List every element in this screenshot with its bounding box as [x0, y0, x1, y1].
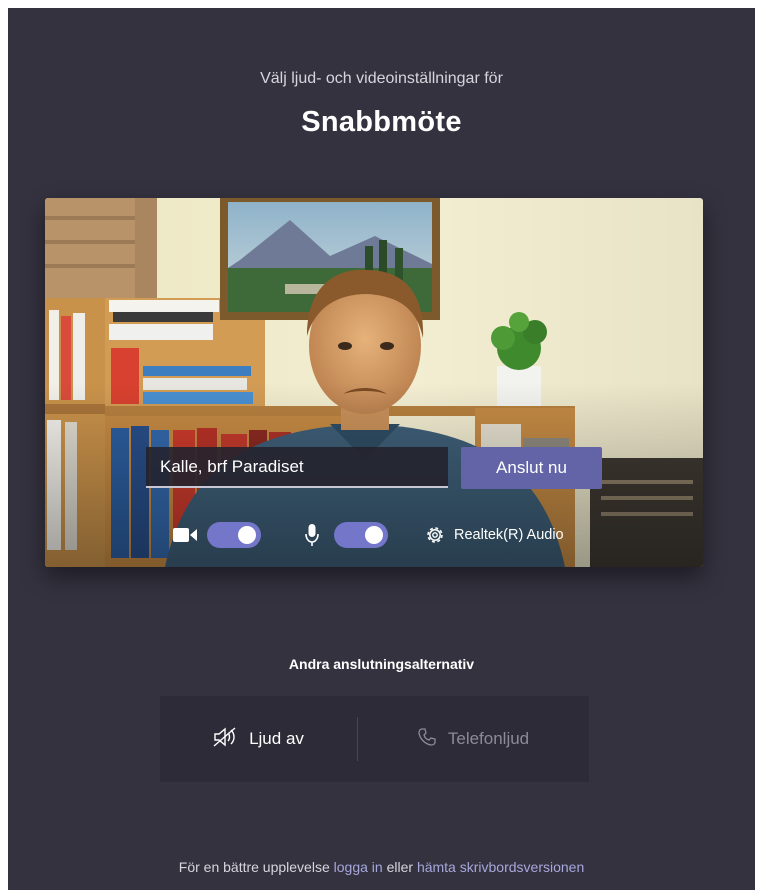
- audio-off-option[interactable]: Ljud av: [160, 696, 357, 782]
- footer-middle: eller: [386, 859, 414, 875]
- phone-icon: [418, 727, 436, 751]
- device-controls: Realtek(R) Audio: [173, 520, 564, 550]
- prejoin-screen: Välj ljud- och videoinställningar för Sn…: [8, 8, 755, 890]
- camera-toggle-knob: [238, 526, 256, 544]
- camera-feed-image: [45, 198, 703, 567]
- camera-toggle[interactable]: [207, 522, 261, 548]
- phone-audio-label: Telefonljud: [447, 729, 530, 748]
- device-settings-icon[interactable]: [424, 524, 446, 546]
- microphone-toggle-knob: [365, 526, 383, 544]
- display-name-input[interactable]: [146, 447, 448, 488]
- join-options-heading: Andra anslutningsalternativ: [288, 656, 475, 672]
- login-link[interactable]: logga in: [334, 859, 383, 875]
- microphone-toggle[interactable]: [334, 522, 388, 548]
- join-options-panel: Ljud av Telefonljud: [160, 696, 589, 782]
- audio-device-label[interactable]: Realtek(R) Audio: [454, 527, 564, 543]
- footer-text: För en bättre upplevelse logga in eller …: [8, 859, 755, 875]
- microphone-icon: [305, 523, 319, 547]
- video-preview: Anslut nu: [45, 198, 703, 567]
- join-now-button[interactable]: Anslut nu: [461, 447, 602, 489]
- camera-icon: [173, 526, 197, 544]
- footer-prefix: För en bättre upplevelse: [178, 859, 330, 875]
- phone-audio-option[interactable]: Telefonljud: [358, 696, 589, 782]
- download-desktop-link[interactable]: hämta skrivbordsversionen: [417, 859, 584, 875]
- meeting-title: Snabbmöte: [301, 106, 462, 138]
- audio-off-label: Ljud av: [249, 729, 304, 748]
- prejoin-subtitle: Välj ljud- och videoinställningar för: [260, 70, 503, 87]
- speaker-off-icon: [213, 726, 237, 752]
